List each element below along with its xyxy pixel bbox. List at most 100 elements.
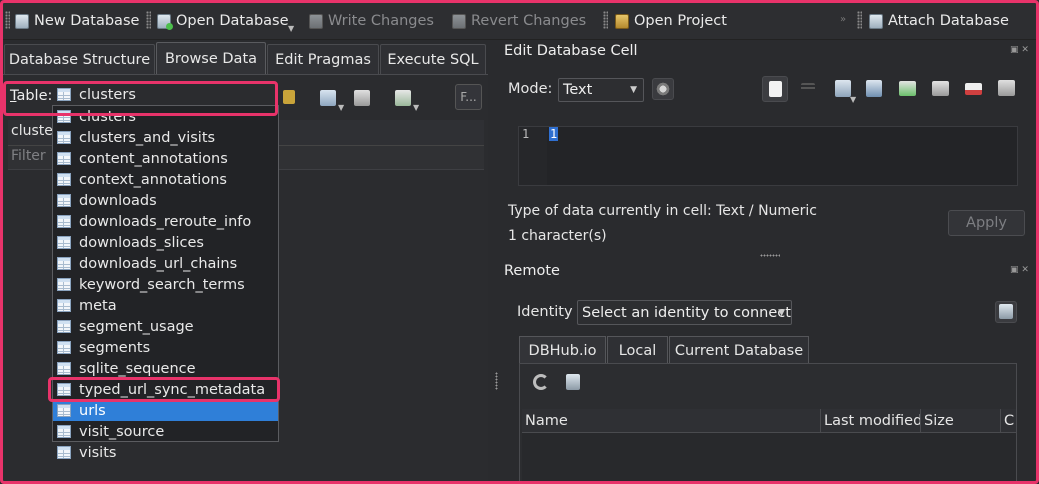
find-button[interactable]: F... (455, 84, 482, 110)
table-icon (57, 425, 71, 438)
table-icon (57, 404, 71, 417)
dropdown-item-label: clusters (79, 108, 136, 125)
table-icon (57, 278, 71, 291)
dropdown-item-label: downloads (79, 192, 157, 209)
revert-changes-icon (452, 13, 466, 29)
column-name[interactable]: Name (522, 409, 821, 432)
dropdown-item-label: downloads_slices (79, 234, 204, 251)
identity-label: Identity (517, 304, 573, 320)
tab-database-structure[interactable]: Database Structure (4, 44, 155, 74)
cell-value[interactable]: 1 (549, 127, 559, 141)
dropdown-item-typed-url-sync-metadata[interactable]: typed_url_sync_metadata (53, 379, 278, 400)
attach-database-button[interactable]: Attach Database (869, 10, 1009, 32)
splitter[interactable] (488, 40, 496, 484)
main-toolbar: New Database Open Database ▼ Write Chang… (0, 0, 1039, 40)
gear-icon (655, 81, 671, 97)
open-in-external-icon[interactable] (932, 81, 949, 96)
dropdown-item-clusters[interactable]: clusters (53, 106, 278, 127)
tab-execute-sql[interactable]: Execute SQL (380, 44, 486, 74)
clear-cell-icon[interactable] (965, 83, 982, 95)
print-icon[interactable] (354, 90, 370, 106)
apply-button[interactable]: Apply (948, 210, 1025, 236)
revert-changes-button[interactable]: Revert Changes (452, 10, 586, 32)
dropdown-item-segment-usage[interactable]: segment_usage (53, 316, 278, 337)
remote-title: Remote (504, 263, 560, 279)
auto-switch-mode-button[interactable] (652, 78, 674, 100)
tab-dbhub[interactable]: DBHub.io (519, 336, 606, 364)
insert-record-dropdown-icon[interactable]: ▼ (413, 103, 419, 112)
dropdown-item-sqlite-sequence[interactable]: sqlite_sequence (53, 358, 278, 379)
chevron-down-icon: ▼ (630, 85, 637, 95)
table-icon (57, 236, 71, 249)
tab-current-database[interactable]: Current Database (669, 336, 809, 364)
print-cell-icon[interactable] (998, 80, 1015, 96)
dropdown-item-label: clusters_and_visits (79, 129, 216, 146)
set-as-null-icon[interactable] (899, 81, 916, 96)
dropdown-item-visits[interactable]: visits (53, 442, 278, 463)
dropdown-item-downloads-url-chains[interactable]: downloads_url_chains (53, 253, 278, 274)
dropdown-item-downloads-reroute-info[interactable]: downloads_reroute_info (53, 211, 278, 232)
tab-browse-data[interactable]: Browse Data (156, 42, 266, 74)
remote-list[interactable] (522, 433, 1016, 484)
remote-settings-button[interactable] (995, 301, 1017, 323)
splitter-handle[interactable] (495, 372, 498, 390)
import-icon[interactable] (835, 80, 851, 97)
dropdown-item-downloads-slices[interactable]: downloads_slices (53, 232, 278, 253)
toolbar-grip[interactable] (603, 11, 608, 29)
table-selector-combo[interactable]: clusters (53, 84, 277, 105)
indent-icon[interactable] (801, 83, 815, 93)
toolbar-grip[interactable] (5, 11, 10, 29)
table-dropdown-list: clusters clusters_and_visits content_annot… (52, 105, 279, 461)
dropdown-item-content-annotations[interactable]: content_annotations (53, 148, 278, 169)
toolbar-grip[interactable] (146, 11, 151, 29)
dropdown-item-label: segments (79, 339, 151, 356)
dropdown-item-visit-source[interactable]: visit_source (53, 421, 278, 442)
dropdown-item-downloads[interactable]: downloads (53, 190, 278, 211)
tab-local[interactable]: Local (607, 336, 668, 364)
toolbar-grip[interactable] (857, 11, 862, 29)
dropdown-item-label: keyword_search_terms (79, 276, 245, 293)
mode-select[interactable]: Text ▼ (558, 78, 644, 102)
word-wrap-button[interactable] (762, 76, 788, 102)
line-number: 1 (522, 127, 530, 141)
cell-editor[interactable]: 1 1 (518, 126, 1018, 186)
refresh-icon[interactable] (533, 374, 549, 390)
tab-edit-pragmas[interactable]: Edit Pragmas (267, 44, 379, 74)
write-changes-button[interactable]: Write Changes (309, 10, 434, 32)
insert-record-icon[interactable] (395, 90, 411, 106)
dock-resize-handle[interactable] (760, 254, 780, 257)
save-table-dropdown-icon[interactable]: ▼ (338, 103, 344, 112)
import-dropdown-icon[interactable]: ▼ (850, 95, 856, 104)
clear-filters-icon[interactable] (283, 90, 295, 104)
database-icon (999, 304, 1013, 319)
clone-database-icon[interactable] (566, 374, 580, 390)
new-database-button[interactable]: New Database (15, 10, 139, 32)
dropdown-item-urls[interactable]: urls (53, 400, 278, 421)
dropdown-item-label: visit_source (79, 423, 165, 440)
dropdown-item-segments[interactable]: segments (53, 337, 278, 358)
dropdown-item-clusters-and-visits[interactable]: clusters_and_visits (53, 127, 278, 148)
remote-list-header: Name Last modified Size C (522, 409, 1016, 433)
identity-select[interactable]: Select an identity to connect ▼ (577, 300, 792, 325)
column-last-modified[interactable]: Last modified (821, 409, 921, 432)
line-number-gutter: 1 (519, 127, 547, 185)
table-icon (57, 152, 71, 165)
export-icon[interactable] (866, 80, 882, 97)
open-project-button[interactable]: Open Project (615, 10, 727, 32)
dropdown-item-meta[interactable]: meta (53, 295, 278, 316)
dropdown-item-context-annotations[interactable]: context_annotations (53, 169, 278, 190)
open-database-button[interactable]: Open Database (157, 10, 289, 32)
toolbar-overflow-icon[interactable]: » (840, 14, 846, 25)
column-c[interactable]: C (1001, 409, 1016, 432)
dropdown-item-keyword-search-terms[interactable]: keyword_search_terms (53, 274, 278, 295)
table-icon (57, 194, 71, 207)
table-icon (57, 383, 71, 396)
open-database-dropdown-arrow-icon[interactable]: ▼ (288, 24, 294, 33)
table-icon (57, 320, 71, 333)
dropdown-item-label: typed_url_sync_metadata (79, 381, 266, 398)
save-table-icon[interactable] (320, 90, 336, 106)
dropdown-item-label: context_annotations (79, 171, 227, 188)
dock-float-close-icon[interactable]: ▣ ✕ (1010, 45, 1029, 55)
dock-float-close-icon[interactable]: ▣ ✕ (1010, 265, 1029, 275)
column-size[interactable]: Size (921, 409, 1001, 432)
